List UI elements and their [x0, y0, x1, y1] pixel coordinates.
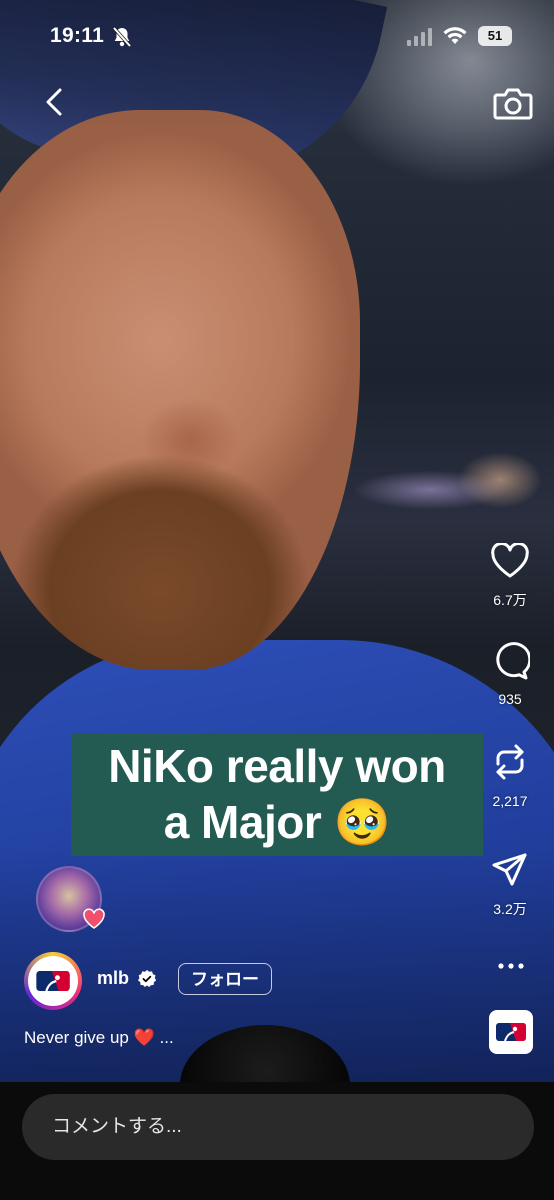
back-button[interactable]	[38, 84, 74, 120]
like-count: 6.7万	[493, 592, 527, 608]
like-button[interactable]: 6.7万	[480, 541, 540, 610]
account-avatar[interactable]	[24, 952, 82, 1010]
comment-bubble-icon	[496, 642, 532, 680]
heart-badge-icon	[82, 908, 106, 935]
status-time: 19:11	[50, 24, 105, 47]
ellipsis-icon	[498, 963, 524, 969]
mlb-logo-icon	[36, 971, 70, 991]
camera-button[interactable]	[492, 84, 534, 122]
repost-count: 2,217	[492, 793, 528, 809]
account-username[interactable]: mlb	[97, 968, 129, 989]
repost-icon	[496, 744, 524, 780]
battery-indicator: 51	[478, 26, 512, 46]
comment-count: 935	[498, 691, 522, 707]
post-description[interactable]: Never give up ❤️ ...	[24, 1028, 174, 1048]
original-audio-button[interactable]	[489, 1010, 533, 1054]
video-caption-overlay: NiKo really won a Major 🥹	[71, 734, 483, 856]
comment-input[interactable]: コメントする...	[22, 1094, 534, 1160]
caption-line-1: NiKo really won	[108, 740, 446, 792]
camera-icon	[493, 88, 533, 120]
comment-button[interactable]: 935	[480, 642, 540, 707]
heart-icon	[491, 541, 529, 578]
bell-muted-icon	[112, 26, 132, 53]
cell-signal-icon	[407, 28, 433, 51]
share-button[interactable]: 3.2万	[480, 852, 540, 919]
send-icon	[492, 853, 527, 886]
chevron-left-icon	[46, 88, 62, 116]
verified-badge-icon	[138, 970, 157, 993]
status-bar: 19:11 51	[0, 18, 554, 58]
mlb-logo-icon	[496, 1023, 526, 1041]
wifi-icon	[442, 26, 468, 51]
repost-button[interactable]: 2,217	[480, 742, 540, 809]
follow-button[interactable]: フォロー	[178, 963, 272, 995]
share-count: 3.2万	[493, 901, 527, 917]
caption-line-2: a Major 🥹	[163, 796, 391, 848]
more-options-button[interactable]	[497, 957, 525, 975]
